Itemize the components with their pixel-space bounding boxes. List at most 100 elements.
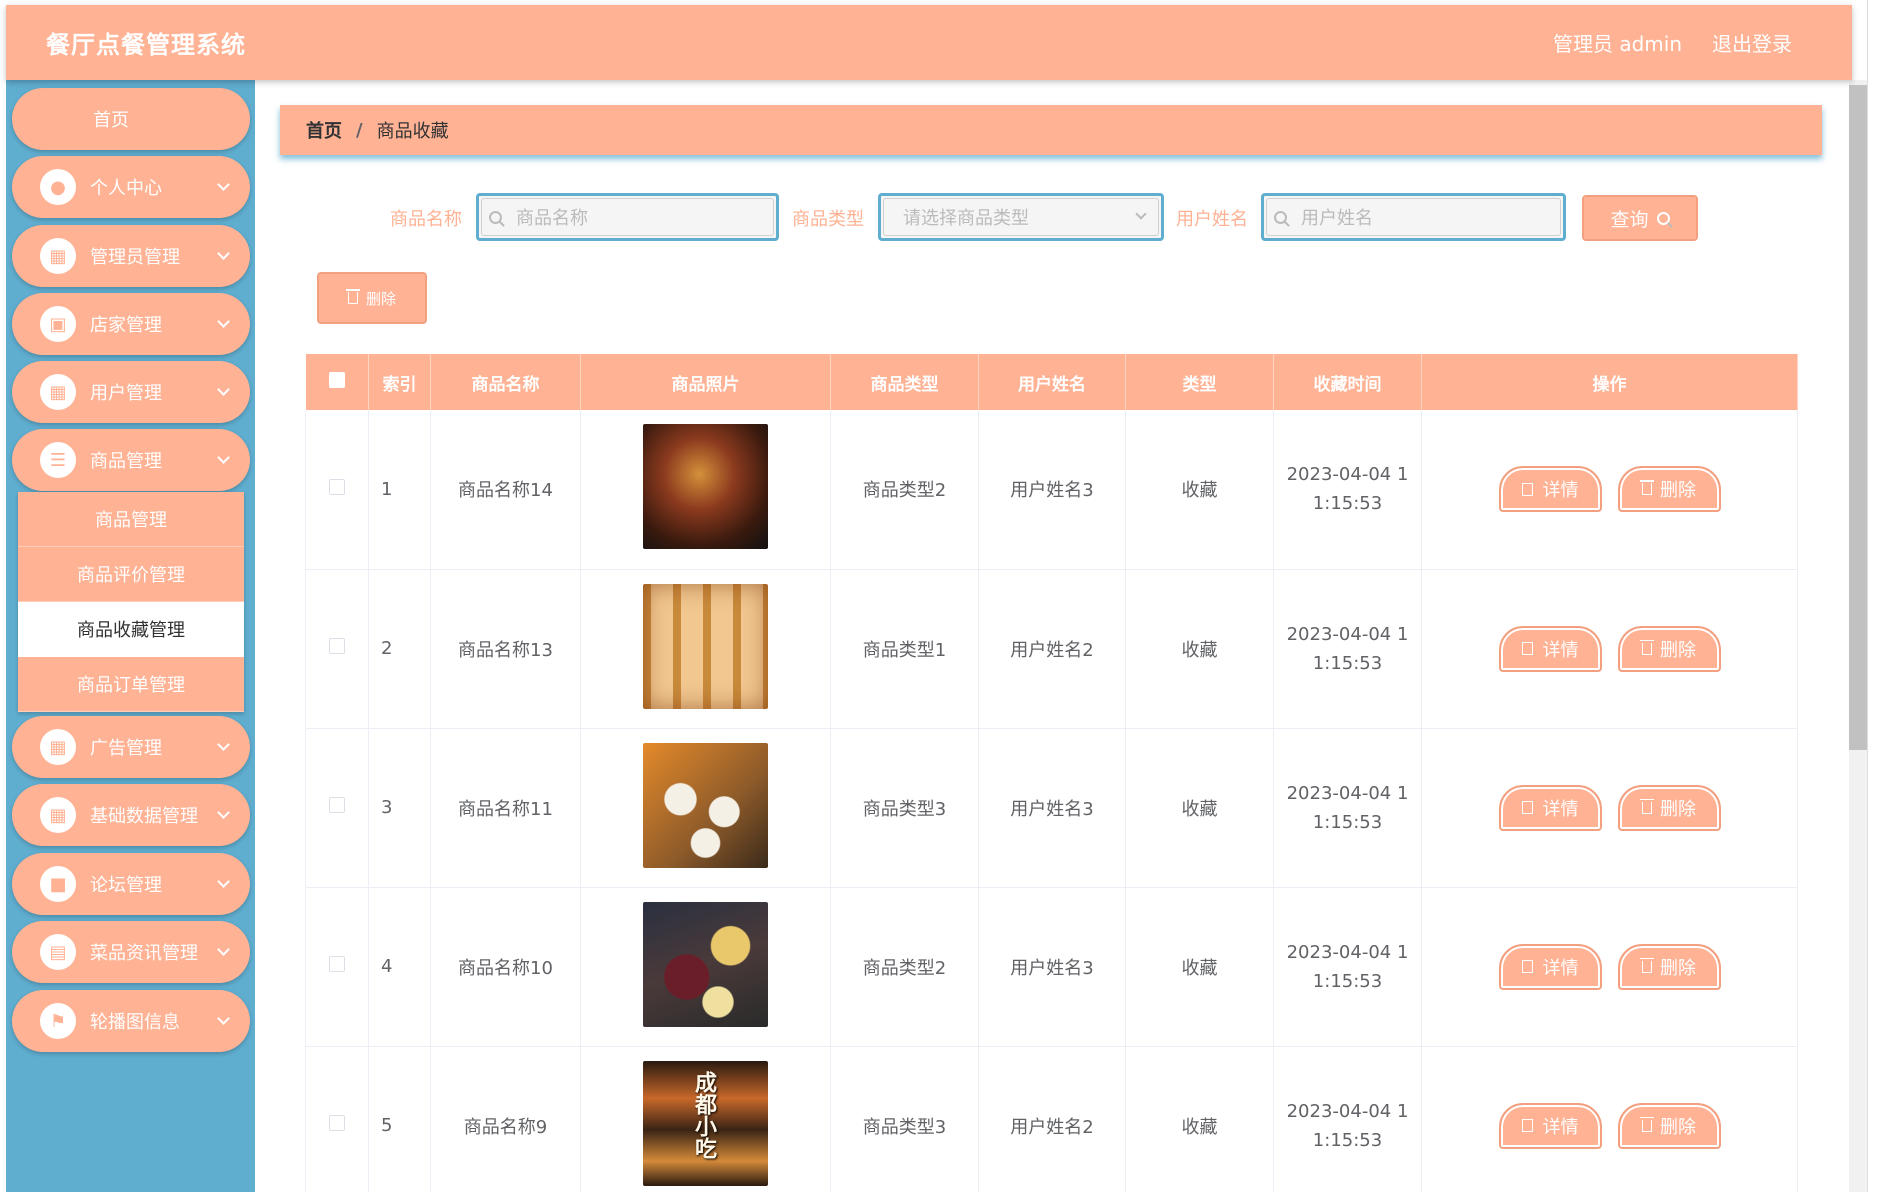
delete-label: 删除 xyxy=(1660,1116,1696,1138)
submenu-item-products[interactable]: 商品管理 xyxy=(18,492,244,547)
row-checkbox[interactable] xyxy=(305,728,369,888)
search-icon xyxy=(1656,211,1670,225)
trash-icon xyxy=(1640,480,1654,496)
row-time: 2023-04-04 1 1:15:53 xyxy=(1273,728,1422,888)
detail-button[interactable]: 详情 xyxy=(1498,466,1602,513)
table-row: 5 商品名称9 成都小吃 商品类型3 用户姓名2 收藏 2023-04-04 1… xyxy=(305,1046,1798,1192)
select-all-checkbox[interactable] xyxy=(305,354,369,410)
detail-label: 详情 xyxy=(1542,798,1579,820)
row-time: 2023-04-04 1 1:15:53 xyxy=(1273,410,1422,570)
delete-label: 删除 xyxy=(1660,957,1696,979)
detail-button[interactable]: 详情 xyxy=(1498,784,1602,831)
row-actions: 详情 删除 xyxy=(1421,887,1798,1047)
row-time-line1: 2023-04-04 1 xyxy=(1286,623,1409,645)
row-checkbox[interactable] xyxy=(305,887,369,1047)
sidebar-item-carousel[interactable]: ⚑ 轮播图信息 xyxy=(12,990,250,1052)
detail-button[interactable]: 详情 xyxy=(1498,625,1602,672)
row-checkbox[interactable] xyxy=(305,569,369,729)
row-user-name: 用户姓名3 xyxy=(978,410,1126,570)
row-checkbox[interactable] xyxy=(305,410,369,570)
breadcrumb-current: 商品收藏 xyxy=(376,121,449,142)
top-header: 餐厅点餐管理系统 管理员 admin 退出登录 xyxy=(6,5,1852,80)
delete-button[interactable]: 删除 xyxy=(1617,625,1721,672)
grid-icon: ▦ xyxy=(40,797,76,833)
sidebar-item-shops[interactable]: ▣ 店家管理 xyxy=(12,293,250,355)
sidebar-item-profile[interactable]: ● 个人中心 xyxy=(12,156,250,218)
breadcrumb-home[interactable]: 首页 xyxy=(306,117,342,143)
row-product-name: 商品名称13 xyxy=(430,569,581,729)
admin-label[interactable]: 管理员 admin xyxy=(1553,28,1682,57)
product-photo xyxy=(643,424,768,550)
clipboard-icon: ▣ xyxy=(40,306,76,342)
row-product-type: 商品类型3 xyxy=(830,728,979,888)
sidebar-item-label: 菜品资讯管理 xyxy=(90,943,198,964)
row-time-line2: 1:15:53 xyxy=(1312,811,1383,833)
sidebar-item-news[interactable]: ▤ 菜品资讯管理 xyxy=(12,921,250,983)
trash-icon xyxy=(345,289,360,304)
logout-link[interactable]: 退出登录 xyxy=(1712,28,1792,57)
row-product-name: 商品名称10 xyxy=(430,887,581,1047)
delete-label: 删除 xyxy=(1660,798,1696,820)
submenu-item-orders[interactable]: 商品订单管理 xyxy=(18,657,244,712)
row-time-line1: 2023-04-04 1 xyxy=(1286,1100,1409,1122)
sidebar-item-products[interactable]: ☰ 商品管理 xyxy=(12,429,250,491)
grid-icon: ▦ xyxy=(40,238,76,274)
table-row: 3 商品名称11 商品类型3 用户姓名3 收藏 2023-04-04 1 1:15… xyxy=(305,728,1798,888)
product-type-label: 商品类型 xyxy=(792,209,864,230)
row-actions: 详情 删除 xyxy=(1421,569,1798,729)
query-button[interactable]: 查询 xyxy=(1582,195,1698,241)
submenu-item-favorites[interactable]: 商品收藏管理 xyxy=(18,602,244,657)
row-time-line2: 1:15:53 xyxy=(1312,970,1383,992)
delete-button[interactable]: 删除 xyxy=(1617,1102,1721,1149)
submenu-item-reviews[interactable]: 商品评价管理 xyxy=(18,547,244,602)
row-kind: 收藏 xyxy=(1125,728,1274,888)
row-index: 3 xyxy=(368,728,431,888)
sidebar-item-label: 个人中心 xyxy=(90,178,162,199)
chevron-down-icon xyxy=(217,875,230,888)
sidebar-item-ads[interactable]: ▦ 广告管理 xyxy=(12,716,250,778)
detail-button[interactable]: 详情 xyxy=(1498,1102,1602,1149)
query-button-label: 查询 xyxy=(1610,208,1649,231)
chevron-down-icon xyxy=(217,738,230,751)
row-user-name: 用户姓名2 xyxy=(978,1046,1126,1192)
sidebar-item-users[interactable]: ▦ 用户管理 xyxy=(12,361,250,423)
row-time-line1: 2023-04-04 1 xyxy=(1286,941,1409,963)
row-kind: 收藏 xyxy=(1125,1046,1274,1192)
row-checkbox[interactable] xyxy=(305,1046,369,1192)
document-icon xyxy=(1521,960,1533,973)
delete-button[interactable]: 删除 xyxy=(1617,466,1721,513)
user-name-input[interactable]: 用户姓名 xyxy=(1261,193,1566,241)
row-photo-cell xyxy=(580,728,831,888)
row-product-name: 商品名称11 xyxy=(430,728,581,888)
breadcrumb: 首页 / 商品收藏 xyxy=(280,105,1822,155)
table-row: 1 商品名称14 商品类型2 用户姓名3 收藏 2023-04-04 1 1:15… xyxy=(305,410,1798,570)
chevron-down-icon xyxy=(217,1012,230,1025)
chevron-down-icon xyxy=(217,383,230,396)
row-user-name: 用户姓名3 xyxy=(978,728,1126,888)
product-photo xyxy=(643,742,768,868)
flag-icon: ⚑ xyxy=(40,1003,76,1039)
chevron-down-icon xyxy=(217,247,230,260)
product-name-label: 商品名称 xyxy=(390,209,462,230)
delete-button[interactable]: 删除 xyxy=(1617,943,1721,990)
sidebar-item-basic-data[interactable]: ▦ 基础数据管理 xyxy=(12,784,250,846)
row-product-name: 商品名称14 xyxy=(430,410,581,570)
product-type-select[interactable]: 请选择商品类型 xyxy=(878,193,1164,241)
sidebar-item-label: 用户管理 xyxy=(90,383,162,404)
column-header: 收藏时间 xyxy=(1273,354,1422,410)
row-time-line1: 2023-04-04 1 xyxy=(1286,464,1409,486)
grid-icon: ▦ xyxy=(40,729,76,765)
scrollbar-thumb[interactable] xyxy=(1849,85,1867,750)
sidebar-item-home[interactable]: 首页 xyxy=(12,88,250,150)
document-icon xyxy=(1521,482,1533,496)
sidebar-item-admins[interactable]: ▦ 管理员管理 xyxy=(12,225,250,287)
row-photo-cell xyxy=(580,410,831,570)
chevron-down-icon xyxy=(217,451,230,464)
product-name-input[interactable]: 商品名称 xyxy=(476,193,779,241)
row-photo-cell xyxy=(580,569,831,729)
row-index: 5 xyxy=(368,1046,431,1192)
batch-delete-button[interactable]: 删除 xyxy=(317,272,427,324)
detail-button[interactable]: 详情 xyxy=(1498,943,1602,990)
sidebar-item-forum[interactable]: ■ 论坛管理 xyxy=(12,853,250,915)
delete-button[interactable]: 删除 xyxy=(1617,784,1721,831)
